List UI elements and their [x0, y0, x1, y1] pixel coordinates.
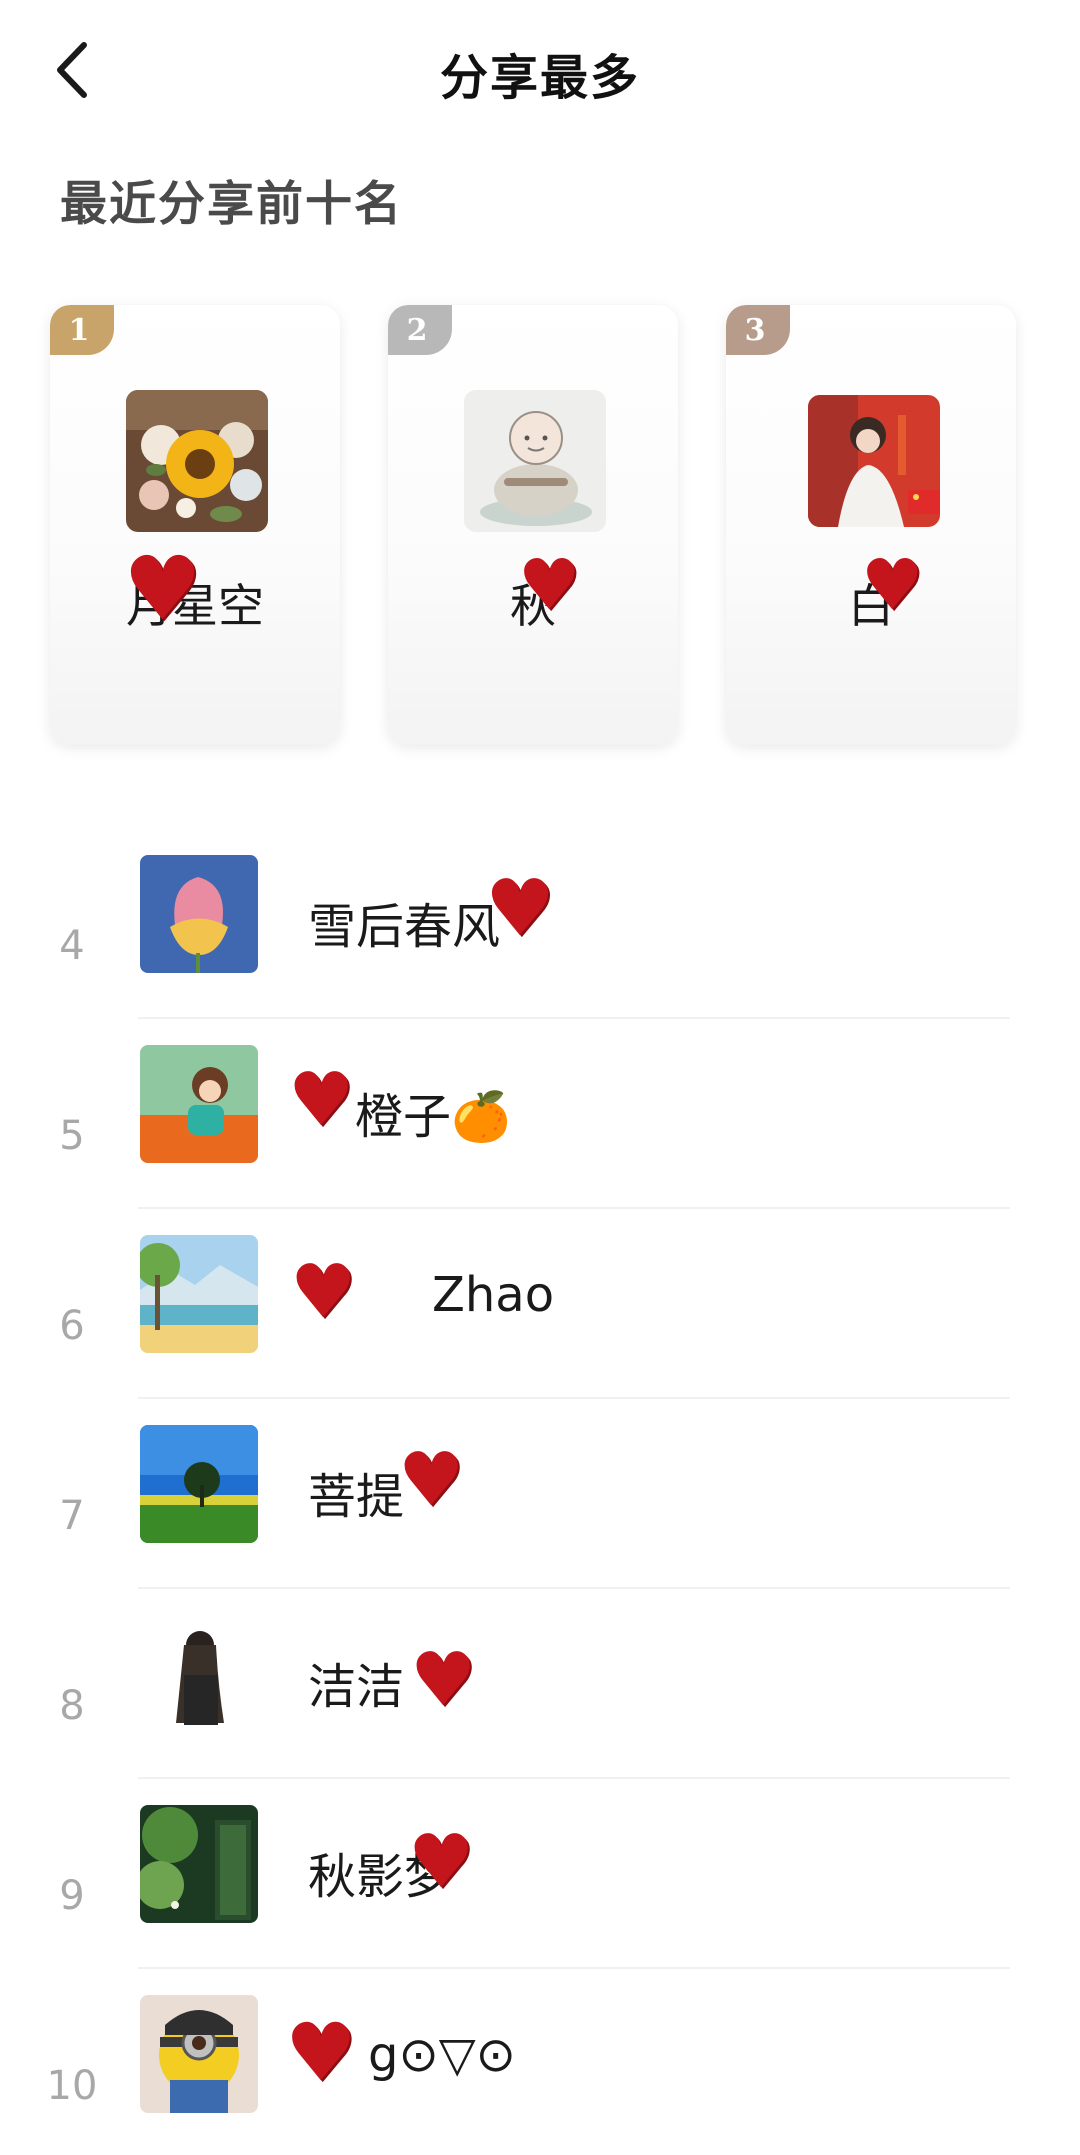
rank-list: 4 雪后春风 ♥ 5 橙子🍊 ♥ 6 Zhao ♥ 7 菩提 ♥ 8 洁洁 ♥ … — [0, 855, 1080, 2155]
list-item[interactable]: 9 秋影梦 ♥ — [0, 1805, 1080, 1995]
avatar — [140, 1425, 258, 1543]
avatar — [140, 1995, 258, 2113]
rank-number: 5 — [59, 1113, 85, 1159]
heart-scribble-icon: ♥ — [485, 864, 555, 954]
rank-number: 8 — [59, 1683, 85, 1729]
rank-badge-gold: 1 — [50, 305, 114, 355]
divider — [138, 1207, 1010, 1209]
heart-scribble-icon: ♥ — [285, 2006, 357, 2099]
heart-scribble-icon: ♥ — [861, 544, 924, 626]
list-item[interactable]: 10 g⊙▽⊙ ♥ — [0, 1995, 1080, 2155]
avatar — [140, 1615, 258, 1733]
top-bar: 分享最多 — [0, 0, 1080, 140]
avatar — [464, 390, 606, 532]
top3-podium: 1 月星空 ♥ 2 秋 ♥ 3 白 ♥ — [50, 305, 1030, 745]
page-title: 分享最多 — [439, 50, 640, 106]
rank-number: 4 — [59, 923, 85, 969]
avatar — [140, 855, 258, 973]
avatar — [126, 390, 268, 532]
heart-scribble-icon: ♥ — [398, 1437, 465, 1523]
top3-card-3[interactable]: 3 白 ♥ — [726, 305, 1016, 745]
user-name: 雪后春风 — [308, 899, 501, 955]
rank-number: 6 — [59, 1303, 85, 1349]
divider — [138, 1967, 1010, 1969]
top3-card-1[interactable]: 1 月星空 ♥ — [50, 305, 340, 745]
user-name: g⊙▽⊙ — [368, 2027, 516, 2083]
list-item[interactable]: 6 Zhao ♥ — [0, 1235, 1080, 1425]
avatar — [140, 1045, 258, 1163]
user-name: Zhao — [432, 1267, 555, 1323]
list-item[interactable]: 7 菩提 ♥ — [0, 1425, 1080, 1615]
divider — [138, 1587, 1010, 1589]
list-item[interactable]: 4 雪后春风 ♥ — [0, 855, 1080, 1045]
user-name: 洁洁 — [308, 1659, 405, 1715]
heart-scribble-icon: ♥ — [288, 1057, 355, 1143]
list-item[interactable]: 8 洁洁 ♥ — [0, 1615, 1080, 1805]
rank-number: 7 — [59, 1493, 85, 1539]
list-item[interactable]: 5 橙子🍊 ♥ — [0, 1045, 1080, 1235]
section-title: 最近分享前十名 — [60, 177, 403, 232]
heart-scribble-icon: ♥ — [518, 544, 581, 626]
divider — [138, 1777, 1010, 1779]
user-name: 橙子🍊 — [355, 1089, 511, 1145]
rank-badge-bronze: 3 — [726, 305, 790, 355]
top3-card-2[interactable]: 2 秋 ♥ — [388, 305, 678, 745]
rank-badge-silver: 2 — [388, 305, 452, 355]
heart-scribble-icon: ♥ — [123, 537, 202, 640]
avatar — [140, 1805, 258, 1923]
user-name: 菩提 — [308, 1469, 405, 1525]
share-ranking-page: 分享最多 最近分享前十名 1 月星空 ♥ 2 秋 ♥ 3 白 ♥ 4 雪后春风 … — [0, 0, 1080, 2155]
heart-scribble-icon: ♥ — [410, 1637, 477, 1723]
divider — [138, 1017, 1010, 1019]
heart-scribble-icon: ♥ — [408, 1819, 475, 1905]
avatar — [808, 395, 940, 527]
rank-number: 10 — [46, 2063, 98, 2109]
rank-number: 9 — [59, 1873, 85, 1919]
avatar — [140, 1235, 258, 1353]
heart-scribble-icon: ♥ — [290, 1249, 357, 1335]
divider — [138, 1397, 1010, 1399]
